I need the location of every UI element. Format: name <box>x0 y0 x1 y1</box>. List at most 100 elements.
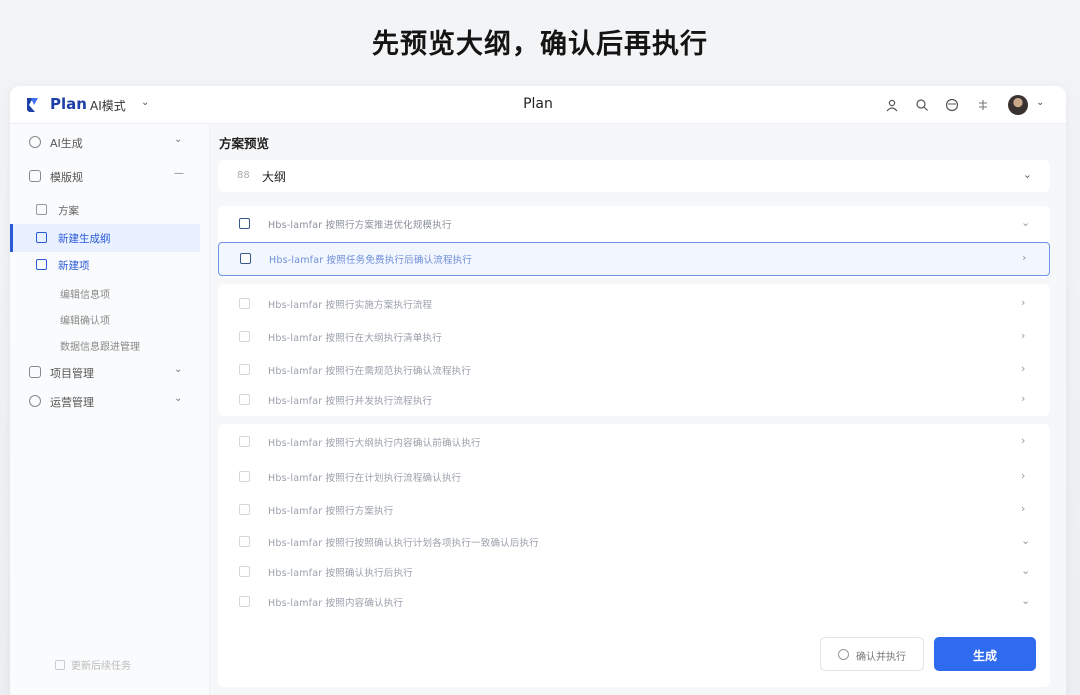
chevron-down-icon[interactable]: ⌄ <box>1021 534 1030 547</box>
row-checkbox[interactable] <box>239 504 250 515</box>
outline-row[interactable]: Hbs-lamfar 按照行在计划执行流程确认执行 › <box>218 461 1050 493</box>
row-text: Hbs-lamfar 按照行在计划执行流程确认执行 <box>268 473 462 484</box>
row-checkbox[interactable] <box>239 298 250 309</box>
chevron-down-icon[interactable]: ⌄ <box>1021 594 1030 607</box>
row-text: Hbs-lamfar 按照任务免费执行后确认流程执行 <box>269 255 473 266</box>
page-headline: 先预览大纲，确认后再执行 <box>372 29 708 60</box>
sidebar: AI生成 ⌄ 模版规 — 方案 新建生成纲 新建项 编辑信息项 编辑确认项 数据… <box>10 124 210 695</box>
chevron-down-icon[interactable]: ⌄ <box>1021 216 1030 229</box>
user-icon[interactable] <box>885 98 899 112</box>
sidebar-item-label: 编辑信息项 <box>60 290 110 301</box>
chevron-right-icon[interactable]: › <box>1021 469 1025 482</box>
outline-row[interactable]: Hbs-lamfar 按照行实施方案执行流程 › <box>218 288 1050 320</box>
confirm-execute-button[interactable]: 确认并执行 <box>820 637 924 671</box>
sidebar-item-label: 方案 <box>58 205 79 217</box>
sidebar-deep-item[interactable]: 数据信息跟进管理 <box>10 334 200 356</box>
outline-row[interactable]: Hbs-lamfar 按照行按照确认执行计划各项执行一致确认后执行 ⌄ <box>218 526 1050 558</box>
row-checkbox[interactable] <box>239 566 250 577</box>
row-checkbox[interactable] <box>239 364 250 375</box>
row-text: Hbs-lamfar 按照内容确认执行 <box>268 598 404 609</box>
sidebar-deep-item[interactable]: 编辑信息项 <box>10 282 200 304</box>
avatar[interactable] <box>1008 95 1028 115</box>
sidebar-item-label: 新建项 <box>58 260 90 272</box>
sidebar-deep-item[interactable]: 编辑确认项 <box>10 308 200 330</box>
outline-row[interactable]: Hbs-lamfar 按照内容确认执行 ⌄ <box>218 586 1050 618</box>
chevron-right-icon[interactable]: › <box>1021 392 1025 405</box>
item-icon <box>36 259 47 270</box>
outline-row[interactable]: Hbs-lamfar 按照行大纲执行内容确认前确认执行 › <box>218 426 1050 458</box>
outline-group: Hbs-lamfar 按照行实施方案执行流程 › Hbs-lamfar 按照行在… <box>218 284 1050 416</box>
chevron-right-icon[interactable]: › <box>1022 251 1026 264</box>
row-checkbox[interactable] <box>239 331 250 342</box>
smile-icon[interactable] <box>945 98 959 112</box>
row-checkbox[interactable] <box>239 471 250 482</box>
outline-row[interactable]: Hbs-lamfar 按照行在大纲执行清单执行 › <box>218 321 1050 353</box>
sidebar-footer-link[interactable]: 更新后续任务 <box>55 657 131 672</box>
button-label: 生成 <box>972 649 997 663</box>
chevron-right-icon[interactable]: › <box>1021 434 1025 447</box>
chevron-right-icon[interactable]: › <box>1021 296 1025 309</box>
outline-row-selected[interactable]: Hbs-lamfar 按照任务免费执行后确认流程执行 › <box>218 242 1050 276</box>
template-icon <box>29 170 41 182</box>
row-checkbox[interactable] <box>239 596 250 607</box>
outline-row[interactable]: Hbs-lamfar 按照确认执行后执行 ⌄ <box>218 556 1050 588</box>
sidebar-subitem-new-item[interactable]: 新建项 <box>10 251 200 279</box>
outline-row[interactable]: Hbs-lamfar 按照行方案执行 › <box>218 494 1050 526</box>
row-checkbox[interactable] <box>239 536 250 547</box>
sidebar-item-label: 模版规 <box>50 171 83 184</box>
row-checkbox[interactable] <box>239 436 250 447</box>
sidebar-item-project[interactable]: 项目管理 ⌄ <box>10 358 210 386</box>
row-text: Hbs-lamfar 按照行方案执行 <box>268 506 394 517</box>
row-checkbox[interactable] <box>239 394 250 405</box>
row-text: Hbs-lamfar 按照行并发执行流程执行 <box>268 396 433 407</box>
chevron-right-icon[interactable]: › <box>1021 362 1025 375</box>
main-content: 方案预览 88 大纲 ⌄ Hbs-lamfar 按照行方案推进优化规模执行 ⌄ … <box>210 124 1066 695</box>
chevron-down-icon[interactable]: ⌄ <box>174 393 182 404</box>
create-icon <box>36 232 47 243</box>
row-checkbox[interactable] <box>239 218 250 229</box>
chevron-right-icon[interactable]: › <box>1021 329 1025 342</box>
project-icon <box>29 366 41 378</box>
logo-icon <box>27 98 38 112</box>
mode-selector[interactable]: AI模式 <box>90 97 126 114</box>
sidebar-item-label: 新建生成纲 <box>58 233 111 245</box>
row-checkbox[interactable] <box>240 253 251 264</box>
outline-row[interactable]: Hbs-lamfar 按照行在需规范执行确认流程执行 › <box>218 354 1050 386</box>
sidebar-item-label: 数据信息跟进管理 <box>60 342 140 353</box>
row-text: Hbs-lamfar 按照行实施方案执行流程 <box>268 300 433 311</box>
outline-group: Hbs-lamfar 按照行大纲执行内容确认前确认执行 › Hbs-lamfar… <box>218 424 1050 687</box>
settings-icon[interactable] <box>976 98 990 112</box>
search-icon[interactable] <box>915 98 929 112</box>
sidebar-item-label: 项目管理 <box>50 367 94 380</box>
chevron-down-icon[interactable]: ⌄ <box>1036 97 1044 108</box>
sidebar-subitem-create[interactable]: 新建生成纲 <box>10 224 200 252</box>
doc-icon <box>36 204 47 215</box>
outline-icon: 88 <box>237 170 250 181</box>
sidebar-item-ops[interactable]: 运营管理 ⌄ <box>10 387 210 415</box>
chevron-down-icon[interactable]: ⌄ <box>1021 564 1030 577</box>
app-window: Plan AI模式 ⌄ Plan ⌄ AI生成 ⌄ 模版规 — 方案 新建生成纲… <box>10 86 1066 695</box>
outline-label: 大纲 <box>262 170 287 184</box>
generate-button[interactable]: 生成 <box>934 637 1036 671</box>
sidebar-footer-label: 更新后续任务 <box>71 661 131 672</box>
chevron-down-icon[interactable]: ⌄ <box>141 97 149 108</box>
outline-header[interactable]: 88 大纲 ⌄ <box>218 160 1050 192</box>
chevron-down-icon[interactable]: ⌄ <box>174 364 182 375</box>
section-title: 方案预览 <box>219 136 270 151</box>
collapse-icon[interactable]: — <box>174 168 184 179</box>
chevron-down-icon[interactable]: ⌄ <box>174 134 182 145</box>
top-bar: Plan AI模式 ⌄ Plan ⌄ <box>10 86 1066 124</box>
ai-icon <box>29 136 41 148</box>
sidebar-item-label: 编辑确认项 <box>60 316 110 327</box>
sidebar-subitem-plan[interactable]: 方案 <box>10 196 200 224</box>
sidebar-item-template[interactable]: 模版规 — <box>10 162 210 190</box>
outline-row[interactable]: Hbs-lamfar 按照行并发执行流程执行 › <box>218 384 1050 416</box>
button-label: 确认并执行 <box>856 652 906 663</box>
row-text: Hbs-lamfar 按照确认执行后执行 <box>268 568 413 579</box>
sidebar-item-ai-generate[interactable]: AI生成 ⌄ <box>10 128 210 156</box>
chevron-right-icon[interactable]: › <box>1021 502 1025 515</box>
outline-row[interactable]: Hbs-lamfar 按照行方案推进优化规模执行 ⌄ <box>218 208 1050 240</box>
row-text: Hbs-lamfar 按照行大纲执行内容确认前确认执行 <box>268 438 481 449</box>
chevron-down-icon[interactable]: ⌄ <box>1023 168 1032 181</box>
row-text: Hbs-lamfar 按照行在需规范执行确认流程执行 <box>268 366 472 377</box>
